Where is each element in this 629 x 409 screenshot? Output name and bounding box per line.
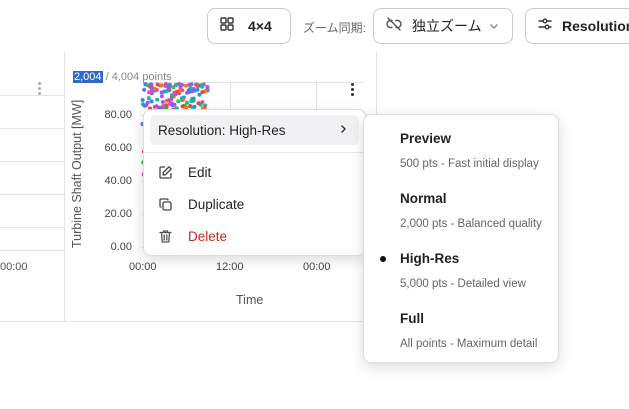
y-tick: 40.00 bbox=[104, 175, 132, 187]
data-point bbox=[184, 83, 188, 88]
option-title: High-Res bbox=[400, 251, 460, 266]
option-title: Normal bbox=[400, 191, 447, 206]
data-point bbox=[186, 88, 191, 93]
data-point bbox=[189, 82, 194, 87]
resolution-option-preview[interactable]: Preview 500 pts - Fast initial display bbox=[364, 123, 558, 179]
data-point bbox=[155, 97, 160, 102]
y-tick: 80.00 bbox=[104, 109, 132, 121]
data-point bbox=[147, 90, 152, 95]
data-point bbox=[148, 84, 153, 89]
data-point bbox=[189, 99, 194, 104]
chart-panel-left bbox=[0, 52, 65, 322]
zoom-sync-value: 独立ズーム bbox=[412, 18, 482, 34]
resolution-button[interactable]: Resolution bbox=[525, 8, 629, 44]
sliders-icon bbox=[538, 17, 552, 36]
duplicate-menu-item[interactable]: Duplicate bbox=[150, 189, 359, 219]
option-desc: All points - Maximum detail bbox=[400, 338, 538, 350]
data-point bbox=[200, 90, 205, 95]
resolution-option-high-res[interactable]: High-Res 5,000 pts - Detailed view bbox=[364, 243, 558, 299]
x-axis-title: Time bbox=[236, 293, 264, 307]
option-desc: 5,000 pts - Detailed view bbox=[400, 278, 526, 290]
left-panel-menu-icon[interactable] bbox=[34, 82, 44, 95]
menu-divider bbox=[144, 152, 365, 153]
data-point bbox=[176, 99, 181, 104]
zoom-sync-label: ズーム同期: bbox=[303, 21, 366, 35]
data-point bbox=[174, 82, 179, 87]
resolution-option-normal[interactable]: Normal 2,000 pts - Balanced quality bbox=[364, 183, 558, 239]
data-point bbox=[199, 83, 204, 88]
resolution-submenu: Preview 500 pts - Fast initial display N… bbox=[363, 114, 559, 363]
data-point bbox=[159, 94, 164, 99]
data-point bbox=[142, 103, 147, 108]
data-point bbox=[159, 90, 164, 95]
data-point bbox=[194, 82, 198, 87]
data-point bbox=[200, 100, 205, 105]
option-title: Preview bbox=[400, 131, 452, 146]
edit-menu-item[interactable]: Edit bbox=[150, 157, 359, 187]
option-desc: 500 pts - Fast initial display bbox=[400, 158, 539, 170]
data-point bbox=[155, 82, 160, 87]
edit-icon bbox=[158, 165, 178, 180]
option-title: Full bbox=[400, 311, 424, 326]
data-point bbox=[140, 98, 145, 102]
data-point bbox=[205, 85, 210, 89]
delete-menu-item[interactable]: Delete bbox=[150, 221, 359, 251]
y-axis-title: Turbine Shaft Output [MW] bbox=[70, 99, 84, 248]
resolution-option-full[interactable]: Full All points - Maximum detail bbox=[364, 303, 558, 359]
y-tick: 0.00 bbox=[110, 241, 132, 253]
data-point bbox=[185, 100, 189, 105]
data-point bbox=[180, 104, 185, 109]
option-desc: 2,000 pts - Balanced quality bbox=[400, 218, 542, 230]
selected-dot-icon bbox=[380, 256, 386, 262]
data-point bbox=[160, 100, 165, 104]
chart-menu-icon[interactable] bbox=[347, 83, 357, 96]
data-point bbox=[163, 83, 168, 88]
chevron-down-icon bbox=[488, 19, 500, 37]
data-point bbox=[179, 83, 184, 88]
data-point bbox=[167, 82, 172, 87]
grid-layout-label: 4×4 bbox=[248, 18, 272, 34]
data-point bbox=[196, 101, 201, 106]
data-point bbox=[149, 99, 154, 104]
resolution-item-label: Resolution: High-Res bbox=[158, 122, 286, 138]
chevron-right-icon bbox=[337, 123, 349, 138]
resolution-label: Resolution bbox=[562, 18, 629, 34]
points-counter: 2,004 / 4,004 points bbox=[73, 71, 172, 83]
x-tick: 00:00 bbox=[129, 261, 157, 273]
copy-icon bbox=[158, 197, 178, 212]
zoom-sync-select[interactable]: 独立ズーム bbox=[373, 8, 513, 44]
points-total: / 4,004 points bbox=[105, 71, 172, 83]
duplicate-label: Duplicate bbox=[188, 196, 245, 212]
y-tick: 60.00 bbox=[104, 142, 132, 154]
data-point bbox=[142, 87, 147, 92]
data-point bbox=[159, 83, 164, 88]
grid-layout-button[interactable]: 4×4 bbox=[207, 8, 291, 44]
grid-icon bbox=[220, 16, 234, 36]
left-panel-x-tick: 00:00 bbox=[0, 261, 28, 273]
delete-label: Delete bbox=[188, 228, 228, 244]
chart-context-menu: Resolution: High-Res Edit Duplicate Dele… bbox=[143, 109, 366, 256]
data-point bbox=[172, 90, 177, 95]
y-tick: 20.00 bbox=[104, 208, 132, 220]
data-point bbox=[167, 98, 171, 103]
data-point bbox=[180, 96, 184, 101]
resolution-menu-item[interactable]: Resolution: High-Res bbox=[150, 115, 359, 145]
data-point bbox=[145, 100, 150, 105]
data-point bbox=[169, 101, 174, 106]
x-tick: 12:00 bbox=[216, 261, 244, 273]
trash-icon bbox=[158, 229, 178, 244]
edit-label: Edit bbox=[188, 164, 212, 180]
x-tick: 00:00 bbox=[303, 261, 331, 273]
data-point bbox=[197, 92, 202, 97]
link-off-icon bbox=[386, 16, 402, 37]
data-point bbox=[146, 96, 151, 101]
